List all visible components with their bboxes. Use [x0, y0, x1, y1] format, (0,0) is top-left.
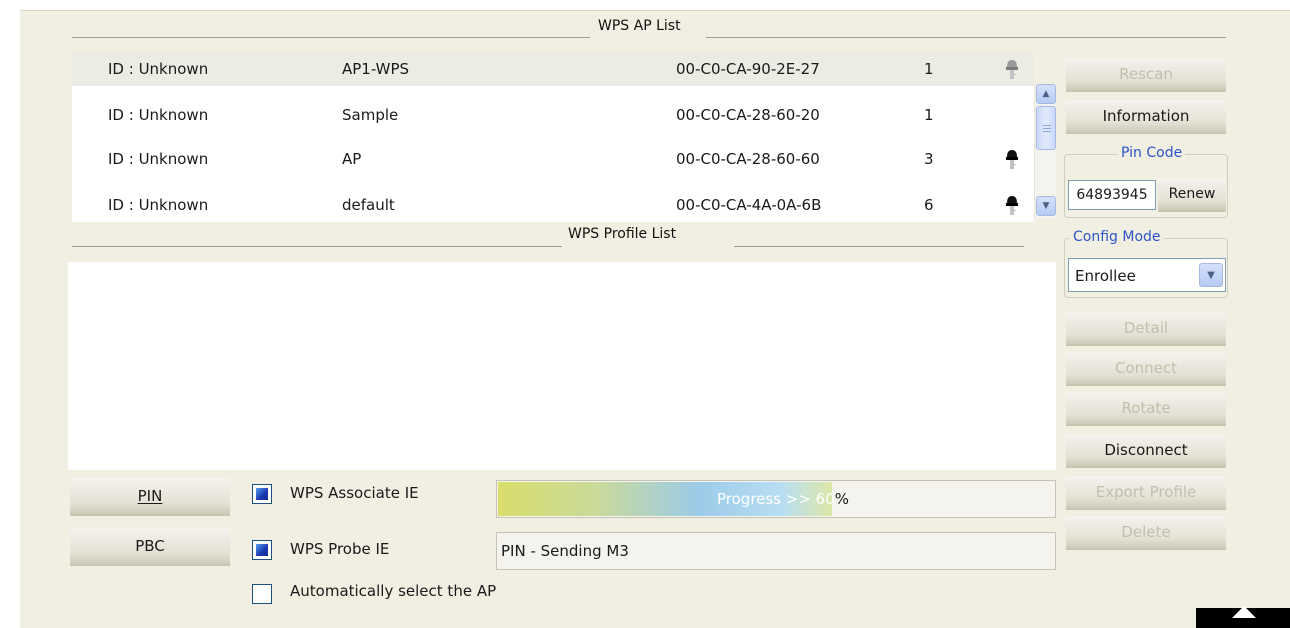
delete-button[interactable]: Delete [1066, 516, 1226, 550]
wps-probe-ie-label: WPS Probe IE [290, 540, 390, 558]
progress-text: Progress >> 60% [717, 490, 849, 508]
progress-label: Progress >> 60 [717, 490, 835, 508]
rescan-button[interactable]: Rescan [1066, 58, 1226, 92]
wps-probe-ie-checkbox[interactable] [252, 540, 272, 560]
scroll-thumb[interactable] [1036, 106, 1056, 150]
ap-row[interactable]: ID : Unknown Sample 00-C0-CA-28-60-20 1 [72, 98, 1034, 132]
pin-button-label: PIN [137, 487, 163, 505]
ap-ssid: default [342, 196, 395, 214]
progress-percent: % [834, 490, 850, 508]
ap-list-scrollbar[interactable]: ▲ ▼ [1034, 84, 1056, 218]
ap-id: ID : Unknown [108, 106, 209, 124]
ap-id: ID : Unknown [108, 196, 209, 214]
ap-channel: 3 [924, 150, 934, 168]
config-mode-value: Enrollee [1075, 267, 1136, 285]
ap-channel: 1 [924, 106, 934, 124]
pin-code-field[interactable]: 64893945 [1068, 180, 1156, 210]
pbc-button[interactable]: PBC [70, 528, 230, 566]
chevron-down-icon[interactable]: ▼ [1199, 263, 1223, 287]
divider [72, 37, 590, 38]
profile-list[interactable] [68, 262, 1056, 470]
ap-bssid: 00-C0-CA-28-60-20 [676, 106, 820, 124]
progress-bar: Progress >> 60% [496, 480, 1056, 518]
config-mode-label: Config Mode [1070, 229, 1164, 245]
information-button[interactable]: Information [1066, 100, 1226, 134]
ap-bssid: 00-C0-CA-28-60-60 [676, 150, 820, 168]
ap-id: ID : Unknown [108, 60, 209, 78]
export-profile-button[interactable]: Export Profile [1066, 476, 1226, 510]
ap-ssid: Sample [342, 106, 399, 124]
divider [734, 246, 1024, 247]
status-text: PIN - Sending M3 [501, 542, 629, 560]
ap-list[interactable]: ID : Unknown AP1-WPS 00-C0-CA-90-2E-27 1… [72, 52, 1034, 222]
ap-row[interactable]: ID : Unknown default 00-C0-CA-4A-0A-6B 6 [72, 188, 1034, 222]
rotate-button[interactable]: Rotate [1066, 392, 1226, 426]
detail-button[interactable]: Detail [1066, 312, 1226, 346]
divider [706, 37, 1226, 38]
ap-bssid: 00-C0-CA-4A-0A-6B [676, 196, 822, 214]
wps-associate-ie-checkbox[interactable] [252, 484, 272, 504]
scroll-up-icon[interactable]: ▲ [1036, 84, 1056, 104]
ap-row[interactable]: ID : Unknown AP1-WPS 00-C0-CA-90-2E-27 1 [72, 52, 1034, 86]
config-mode-select[interactable]: Enrollee ▼ [1068, 258, 1226, 292]
scroll-down-icon[interactable]: ▼ [1036, 196, 1056, 216]
lock-key-icon [1006, 150, 1018, 169]
pbc-button-label: PBC [135, 537, 165, 555]
wps-associate-ie-label: WPS Associate IE [290, 484, 419, 502]
ap-channel: 6 [924, 196, 934, 214]
ap-list-title: WPS AP List [598, 18, 681, 34]
auto-select-ap-checkbox[interactable] [252, 584, 272, 604]
ap-bssid: 00-C0-CA-90-2E-27 [676, 60, 820, 78]
auto-select-ap-label: Automatically select the AP [290, 582, 497, 600]
profile-list-title: WPS Profile List [568, 226, 677, 242]
status-field: PIN - Sending M3 [496, 532, 1056, 570]
lock-key-icon [1006, 196, 1018, 215]
ap-ssid: AP1-WPS [342, 60, 410, 78]
renew-button[interactable]: Renew [1158, 178, 1226, 212]
ap-row[interactable]: ID : Unknown AP 00-C0-CA-28-60-60 3 [72, 142, 1034, 176]
ap-channel: 1 [924, 60, 934, 78]
pin-button[interactable]: PIN [70, 478, 230, 516]
corner-arrow-icon [1196, 606, 1290, 628]
ap-id: ID : Unknown [108, 150, 209, 168]
ap-ssid: AP [342, 150, 362, 168]
disconnect-button[interactable]: Disconnect [1066, 434, 1226, 468]
connect-button[interactable]: Connect [1066, 352, 1226, 386]
divider [72, 246, 562, 247]
lock-key-icon [1006, 60, 1018, 79]
pin-code-label: Pin Code [1118, 145, 1186, 161]
